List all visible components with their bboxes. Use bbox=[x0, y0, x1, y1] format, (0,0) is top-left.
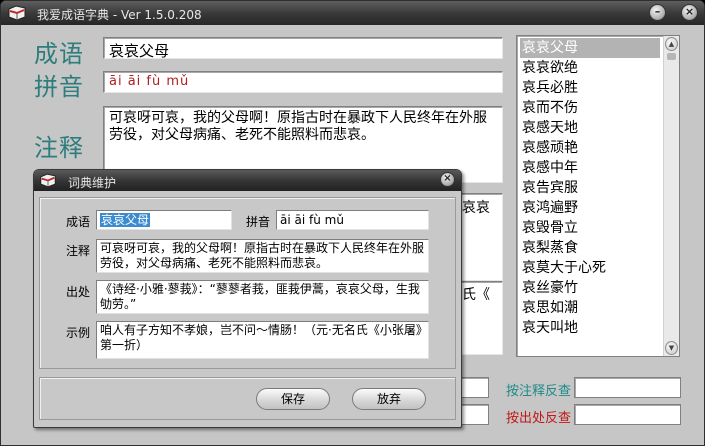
dialog-idiom-label: 成语 bbox=[66, 215, 91, 229]
window-title: 我爱成语字典 - Ver 1.5.0.208 bbox=[37, 8, 202, 22]
dialog-example-label: 示例 bbox=[66, 326, 91, 340]
dialog-meaning-label: 注释 bbox=[66, 244, 91, 258]
list-item[interactable]: 哀天叫地 bbox=[520, 318, 660, 338]
list-item[interactable]: 哀丝豪竹 bbox=[520, 278, 660, 298]
dictionary-maintenance-dialog: 词典维护 × 成语 哀哀父母 拼音 āi āi fù mǔ 注释 可哀呀可哀，我… bbox=[33, 169, 462, 428]
dialog-source-label: 出处 bbox=[66, 285, 91, 299]
scroll-down-icon[interactable]: ▼ bbox=[665, 341, 678, 355]
meaning-label: 注释 bbox=[34, 134, 84, 162]
reverse-by-meaning-input[interactable] bbox=[574, 377, 681, 398]
list-item[interactable]: 哀思如潮 bbox=[520, 298, 660, 318]
list-item[interactable]: 哀而不伤 bbox=[520, 98, 660, 118]
book-icon bbox=[40, 173, 56, 188]
dialog-idiom-selected-text: 哀哀父母 bbox=[100, 213, 151, 227]
source-peek-text: 哀哀 bbox=[462, 200, 490, 216]
idiom-list[interactable]: 哀哀父母 哀哀欲绝 哀兵必胜 哀而不伤 哀感天地 哀感顽艳 哀感中年 哀告宾服 哀鸿遍野 哀毁骨立… bbox=[516, 35, 680, 357]
list-item[interactable]: 哀莫大于心死 bbox=[520, 258, 660, 278]
dialog-pinyin-input[interactable]: āi āi fù mǔ bbox=[276, 210, 429, 230]
pinyin-label: 拼音 bbox=[34, 73, 84, 101]
list-item[interactable]: 哀哀欲绝 bbox=[520, 58, 660, 78]
list-item[interactable]: 哀告宾服 bbox=[520, 178, 660, 198]
example-peek-text: 氏《 bbox=[462, 287, 490, 303]
list-item[interactable]: 哀梨蒸食 bbox=[520, 238, 660, 258]
dialog-fields-panel: 成语 哀哀父母 拼音 āi āi fù mǔ 注释 可哀呀可哀，我的父母啊！原指… bbox=[39, 197, 456, 369]
scroll-thumb[interactable] bbox=[667, 53, 676, 60]
reverse-by-source-label: 按出处反查 bbox=[506, 411, 572, 426]
book-icon bbox=[8, 5, 26, 21]
close-icon[interactable]: × bbox=[681, 4, 698, 21]
save-button[interactable]: 保存 bbox=[256, 388, 330, 410]
discard-button[interactable]: 放弃 bbox=[352, 388, 426, 410]
list-item[interactable]: 哀感中年 bbox=[520, 158, 660, 178]
dialog-button-panel: 保存 放弃 bbox=[39, 377, 456, 420]
idiom-field[interactable]: 哀哀父母 bbox=[103, 37, 503, 59]
list-item[interactable]: 哀毁骨立 bbox=[520, 218, 660, 238]
list-scrollbar[interactable]: ▲ ▼ bbox=[663, 36, 679, 356]
dialog-title: 词典维护 bbox=[68, 176, 117, 190]
close-icon[interactable]: × bbox=[440, 172, 455, 187]
idiom-label: 成语 bbox=[34, 40, 84, 68]
reverse-by-meaning-label: 按注释反查 bbox=[506, 384, 572, 399]
dialog-meaning-input[interactable]: 可哀呀可哀，我的父母啊！原指古时在暴政下人民终年在外服劳役，对父母病痛、老死不能… bbox=[96, 239, 429, 273]
dialog-source-input[interactable]: 《诗经·小雅·蓼莪》：“蓼蓼者莪，匪莪伊蒿，哀哀父母，生我劬劳。” bbox=[96, 280, 429, 314]
pinyin-field[interactable]: āi āi fù mǔ bbox=[103, 71, 503, 93]
reverse-by-source-input[interactable] bbox=[574, 404, 681, 425]
scroll-up-icon[interactable]: ▲ bbox=[665, 37, 678, 51]
list-item[interactable]: 哀兵必胜 bbox=[520, 78, 660, 98]
dialog-pinyin-label: 拼音 bbox=[246, 215, 271, 229]
list-item[interactable]: 哀感顽艳 bbox=[520, 138, 660, 158]
list-item[interactable]: 哀鸿遍野 bbox=[520, 198, 660, 218]
dialog-title-bar[interactable]: 词典维护 × bbox=[34, 170, 461, 191]
list-item[interactable]: 哀哀父母 bbox=[520, 38, 660, 58]
dialog-example-input[interactable]: 咱人有子方知不孝娘，岂不问～情肠！（元·无名氏《小张屠》第一折） bbox=[96, 321, 429, 359]
title-bar[interactable]: 我爱成语字典 - Ver 1.5.0.208 – × bbox=[1, 1, 704, 25]
minimize-icon[interactable]: – bbox=[649, 4, 666, 21]
dialog-idiom-input[interactable]: 哀哀父母 bbox=[96, 210, 232, 230]
list-item[interactable]: 哀感天地 bbox=[520, 118, 660, 138]
